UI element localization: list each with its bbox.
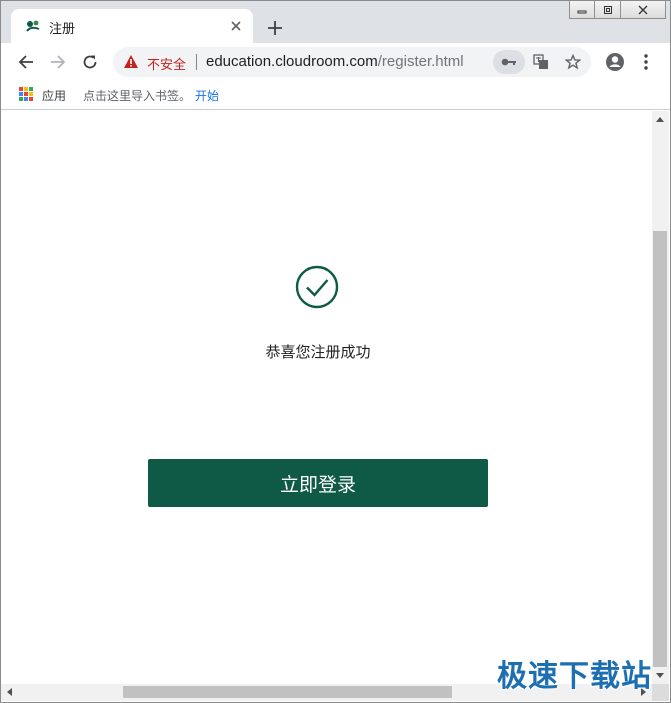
url-text[interactable]: education.cloudroom.com/register.html xyxy=(206,53,464,70)
scrollbar-corner xyxy=(652,684,669,701)
translate-button[interactable] xyxy=(531,52,551,72)
success-message: 恭喜您注册成功 xyxy=(265,343,371,361)
import-bookmarks-hint: 点击这里导入书签。 xyxy=(83,89,192,103)
minimize-icon xyxy=(577,10,587,13)
browser-window: 注册 不安全 education.cloudroom.com/register.… xyxy=(0,0,671,703)
account-circle-icon xyxy=(606,53,624,71)
bookmarks-bar: 应用 点击这里导入书签。 开始 xyxy=(1,81,670,110)
watermark-logo: 极速下载站 xyxy=(497,659,652,694)
window-minimize-button[interactable] xyxy=(569,1,595,19)
vertical-scroll-thumb[interactable] xyxy=(653,231,667,667)
scroll-up-icon[interactable] xyxy=(656,117,664,122)
apps-shortcut[interactable]: 应用 xyxy=(42,87,66,104)
warning-icon[interactable] xyxy=(123,54,139,69)
key-icon xyxy=(501,58,516,66)
tab-register[interactable]: 注册 xyxy=(11,9,253,43)
login-now-button[interactable]: 立即登录 xyxy=(148,459,488,507)
profile-button[interactable] xyxy=(602,49,628,75)
translate-icon xyxy=(533,54,548,69)
url-host: education.cloudroom.com xyxy=(206,53,378,70)
tab-strip: 注册 xyxy=(1,1,670,43)
security-status-label[interactable]: 不安全 xyxy=(147,54,186,73)
site-favicon-icon xyxy=(26,20,40,32)
window-close-button[interactable] xyxy=(621,1,666,19)
address-bar[interactable]: 不安全 education.cloudroom.com/register.htm… xyxy=(113,47,591,77)
vertical-scrollbar[interactable] xyxy=(652,111,669,684)
window-controls xyxy=(569,1,666,19)
page-content: 恭喜您注册成功 立即登录 xyxy=(1,111,652,684)
bookmark-star-button[interactable] xyxy=(563,52,583,72)
window-restore-button[interactable] xyxy=(595,1,621,19)
more-vertical-icon xyxy=(644,54,648,70)
back-button[interactable] xyxy=(13,49,39,75)
plus-icon xyxy=(268,21,282,35)
password-key-button[interactable] xyxy=(493,50,525,74)
reload-icon xyxy=(83,55,97,69)
import-bookmarks-link[interactable]: 开始 xyxy=(195,87,219,104)
horizontal-scroll-thumb[interactable] xyxy=(123,686,452,698)
star-icon xyxy=(565,54,581,70)
check-circle-icon xyxy=(295,265,339,309)
browser-menu-button[interactable] xyxy=(633,49,659,75)
omnibox-divider xyxy=(196,54,197,70)
apps-grid-icon[interactable] xyxy=(19,87,33,101)
scroll-left-icon[interactable] xyxy=(7,688,12,696)
back-arrow-icon xyxy=(18,55,33,69)
scroll-down-icon[interactable] xyxy=(656,673,664,678)
restore-icon xyxy=(603,5,612,14)
reload-button[interactable] xyxy=(77,49,103,75)
url-path: /register.html xyxy=(377,53,464,70)
tab-title: 注册 xyxy=(49,22,76,37)
tab-close-icon[interactable] xyxy=(227,17,245,35)
browser-toolbar: 不安全 education.cloudroom.com/register.htm… xyxy=(1,43,670,81)
new-tab-button[interactable] xyxy=(263,16,287,40)
forward-arrow-icon xyxy=(51,55,66,69)
forward-button[interactable] xyxy=(45,49,71,75)
close-icon xyxy=(638,5,648,14)
